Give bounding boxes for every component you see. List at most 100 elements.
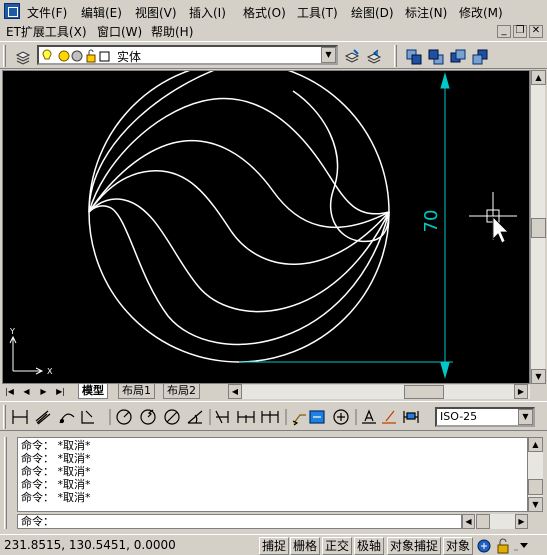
toolbar-grip[interactable] (3, 405, 6, 429)
chevron-down-icon[interactable]: ▼ (518, 409, 533, 425)
send-under-icon (472, 49, 488, 65)
dimension-style-value: ISO-25 (440, 410, 478, 423)
chevron-down-icon[interactable]: ▼ (321, 47, 336, 63)
layer-name: 实体 (117, 50, 142, 64)
swirl-curve (88, 139, 390, 229)
draw-order-under-button[interactable] (468, 45, 490, 67)
dimension-toolbar: ISO-25 ▼ (0, 401, 547, 431)
menu-format[interactable]: 格式(O) (243, 4, 286, 21)
scroll-thumb[interactable] (404, 385, 444, 399)
scroll-right-icon[interactable]: ▶ (515, 514, 528, 529)
tolerance-icon[interactable] (309, 410, 325, 424)
tab-last-icon[interactable]: ▶| (54, 385, 67, 398)
tab-prev-icon[interactable]: ◀ (20, 385, 33, 398)
scroll-left-icon[interactable]: ◀ (462, 514, 475, 529)
menu-edit[interactable]: 编辑(E) (81, 4, 122, 21)
command-hscroll[interactable]: ◀ ▶ (462, 514, 528, 529)
ortho-toggle[interactable]: 正交 (322, 537, 353, 555)
draw-order-back-button[interactable] (424, 45, 446, 67)
command-history[interactable]: 命令： *取消* 命令： *取消* 命令： *取消* 命令： *取消* 命令： … (17, 437, 528, 512)
tab-first-icon[interactable]: |◀ (3, 385, 16, 398)
scroll-thumb[interactable] (531, 218, 546, 238)
center-mark-icon[interactable] (333, 409, 349, 425)
menu-help[interactable]: 帮助(H) (151, 23, 193, 40)
diameter-dimension-icon[interactable] (164, 409, 180, 425)
menu-window[interactable]: 窗口(W) (97, 23, 142, 40)
radius-dimension-icon[interactable] (116, 409, 132, 425)
scroll-left-icon[interactable]: ◀ (228, 384, 242, 399)
menu-insert[interactable]: 插入(I) (189, 4, 226, 21)
scroll-thumb[interactable] (476, 514, 490, 529)
quick-leader-icon[interactable] (292, 414, 306, 426)
menu-file[interactable]: 文件(F) (27, 4, 67, 21)
scroll-down-icon[interactable]: ▼ (531, 369, 546, 384)
communication-icon[interactable] (477, 539, 491, 553)
draw-order-front-button[interactable] (402, 45, 424, 67)
tab-layout2[interactable]: 布局2 (163, 384, 200, 399)
layer-manager-button[interactable] (11, 45, 33, 67)
dimension-edit-icon[interactable] (362, 409, 376, 424)
tab-layout1[interactable]: 布局1 (118, 384, 155, 399)
drawing-canvas[interactable]: 70 Y X (2, 61, 530, 384)
coordinate-readout[interactable]: 231.8515, 130.5451, 0.0000 (4, 538, 176, 552)
continue-dimension-icon[interactable] (261, 411, 279, 423)
layer-previous-icon (366, 49, 382, 64)
toolbar-grip[interactable] (394, 45, 397, 67)
quick-dimension-icon[interactable] (215, 410, 229, 424)
scroll-thumb[interactable] (528, 479, 543, 495)
ucs-icon (9, 335, 44, 375)
scroll-right-icon[interactable]: ▶ (514, 384, 528, 399)
tab-next-icon[interactable]: ▶ (37, 385, 50, 398)
jogged-radius-icon[interactable] (140, 409, 156, 425)
menu-modify[interactable]: 修改(M) (459, 4, 503, 21)
ordinate-dimension-icon[interactable] (81, 410, 94, 424)
scroll-up-icon[interactable]: ▲ (531, 70, 546, 85)
tab-model[interactable]: 模型 (78, 384, 108, 399)
layer-dropdown[interactable]: 实体 ▼ (37, 45, 338, 65)
app-icon[interactable] (4, 3, 20, 19)
command-input[interactable]: 命令： (17, 514, 462, 529)
outer-circle (88, 61, 390, 363)
dimension-text-edit-icon[interactable] (382, 410, 396, 424)
otrack-toggle[interactable]: 对象 (443, 537, 473, 555)
menu-tools[interactable]: 工具(T) (297, 4, 338, 21)
send-to-back-icon (428, 49, 444, 65)
layer-previous-button[interactable] (362, 45, 384, 67)
dimension-update-icon[interactable] (403, 411, 419, 423)
ucs-y-label: Y (9, 327, 15, 336)
scroll-down-icon[interactable]: ▼ (528, 497, 543, 512)
linear-dimension-icon[interactable] (12, 410, 28, 424)
scroll-up-icon[interactable]: ▲ (528, 437, 543, 452)
arc-length-icon[interactable] (59, 413, 75, 424)
tray-settings-icon[interactable] (514, 543, 528, 551)
arrowhead-top-icon (440, 72, 450, 89)
menu-dimension[interactable]: 标注(N) (405, 4, 447, 21)
command-history-line: 命令： *取消* (21, 452, 91, 465)
vertical-scrollbar[interactable]: ▲ ▼ (530, 70, 546, 384)
toolbar-grip[interactable] (3, 45, 6, 67)
layer-current-icon (344, 49, 360, 63)
command-scrollbar[interactable]: ▲ ▼ (528, 437, 543, 512)
swirl-curve (88, 61, 240, 213)
command-window-grip[interactable] (4, 437, 7, 529)
draw-order-above-button[interactable] (446, 45, 468, 67)
menu-draw[interactable]: 绘图(D) (351, 4, 394, 21)
tray-icons (477, 538, 528, 554)
make-object-layer-current-button[interactable] (340, 45, 362, 67)
close-icon[interactable]: ✕ (529, 25, 543, 38)
polar-toggle[interactable]: 极轴 (354, 537, 385, 555)
lock-icon[interactable] (497, 538, 509, 554)
grid-toggle[interactable]: 栅格 (290, 537, 321, 555)
menu-view[interactable]: 视图(V) (135, 4, 177, 21)
layer-state-icons (42, 49, 110, 63)
osnap-toggle[interactable]: 对象捕捉 (387, 537, 442, 555)
restore-icon[interactable]: ❐ (513, 25, 527, 38)
baseline-dimension-icon[interactable] (237, 411, 255, 423)
dimension-style-dropdown[interactable]: ISO-25 ▼ (435, 407, 535, 427)
horizontal-scrollbar[interactable]: ◀ ▶ (228, 384, 530, 399)
aligned-dimension-icon[interactable] (35, 410, 51, 425)
angular-dimension-icon[interactable] (187, 410, 203, 424)
menu-express-tools[interactable]: ET扩展工具(X) (6, 23, 87, 40)
snap-toggle[interactable]: 捕捉 (259, 537, 290, 555)
minimize-icon[interactable]: _ (497, 25, 511, 38)
